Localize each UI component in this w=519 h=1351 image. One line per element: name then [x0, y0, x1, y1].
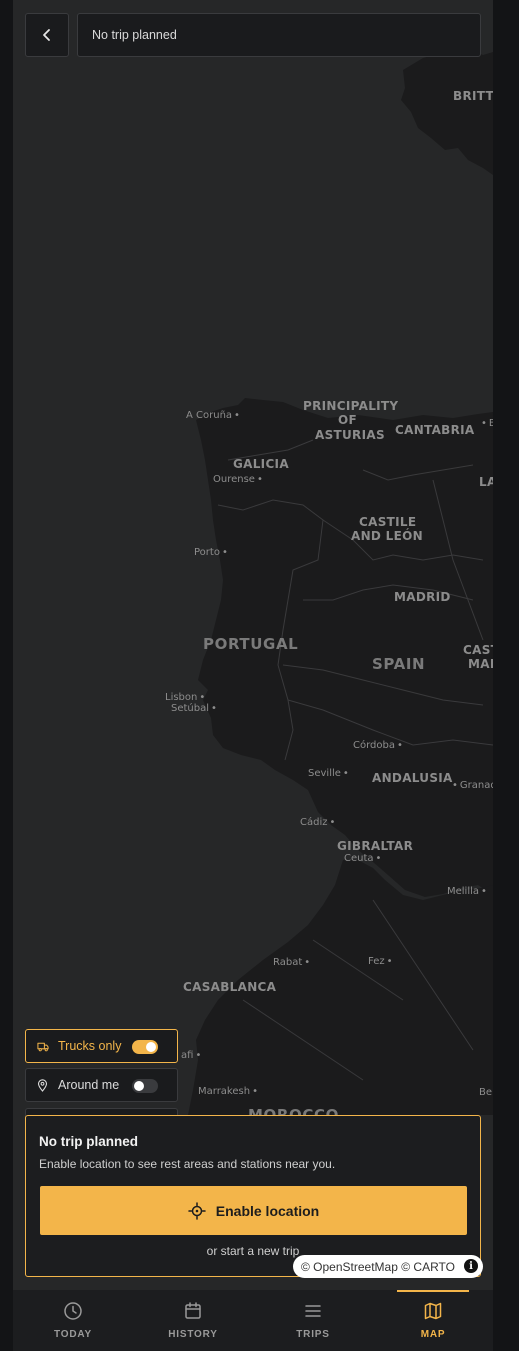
map-label-madrid: MADRID — [394, 590, 451, 604]
map-label-melilla: Melilla — [447, 886, 487, 897]
map-icon — [423, 1301, 443, 1321]
map-label-portugal: PORTUGAL — [203, 635, 299, 653]
map-label-andalusia: ANDALUSIA — [372, 771, 453, 785]
chevron-left-icon — [40, 28, 54, 42]
around-me-toggle[interactable] — [132, 1079, 158, 1093]
crosshair-icon — [188, 1201, 206, 1220]
back-button[interactable] — [25, 13, 69, 57]
no-trip-card: No trip planned Enable location to see r… — [25, 1115, 481, 1277]
list-icon — [303, 1301, 323, 1321]
map-label-cadiz: Cádiz — [300, 817, 335, 828]
left-gutter — [0, 0, 13, 1351]
attribution-text: © OpenStreetMap © CARTO — [301, 1259, 455, 1274]
map-label-lisbon: Lisbon — [165, 692, 205, 703]
map-label-of: OF — [338, 413, 357, 427]
map-label-cantabria: CANTABRIA — [395, 423, 475, 437]
map-label-marrakesh: Marrakesh — [198, 1086, 258, 1097]
map-label-spain: SPAIN — [372, 655, 426, 673]
map-label-bi: Bi — [481, 418, 493, 429]
britain-land — [401, 48, 493, 175]
truck-icon — [37, 1040, 49, 1052]
clock-icon — [63, 1301, 83, 1321]
map-label-la: LA — [479, 475, 493, 489]
map-label-casablanca: CASABLANCA — [183, 980, 277, 994]
map-label-fez: Fez — [368, 956, 393, 967]
enable-location-button[interactable]: Enable location — [40, 1186, 467, 1235]
trip-field-text: No trip planned — [92, 28, 177, 42]
map-label-gibraltar: GIBRALTAR — [337, 839, 414, 853]
map-label-cast: CAST — [463, 643, 493, 657]
card-description: Enable location to see rest areas and st… — [39, 1157, 336, 1171]
right-gutter — [493, 0, 519, 1351]
bottom-nav: TODAY HISTORY TRIPS MAP — [13, 1290, 493, 1351]
filter-trucks-only[interactable]: Trucks only — [25, 1029, 178, 1063]
card-title: No trip planned — [39, 1134, 138, 1149]
map-label-cordoba: Córdoba — [353, 740, 403, 751]
map-label-ourense: Ourense — [213, 474, 263, 485]
nav-map[interactable]: MAP — [373, 1290, 493, 1351]
nav-today[interactable]: TODAY — [13, 1290, 133, 1351]
nav-history[interactable]: HISTORY — [133, 1290, 253, 1351]
map-label-afi: afi — [181, 1050, 201, 1061]
info-icon[interactable]: i — [464, 1259, 478, 1273]
map-label-seville: Seville — [308, 768, 349, 779]
enable-location-label: Enable location — [215, 1202, 320, 1219]
map-label-britta: BRITTA — [453, 89, 493, 103]
map-pin-icon — [37, 1078, 49, 1092]
map-label-and-leon: AND LEÓN — [351, 529, 423, 543]
map-label-porto: Porto — [194, 547, 228, 558]
map-label-galicia: GALICIA — [233, 457, 289, 471]
map-attribution[interactable]: © OpenStreetMap © CARTO i — [293, 1255, 483, 1278]
map-label-asturias: ASTURIAS — [315, 428, 385, 442]
trip-search-field[interactable]: No trip planned — [77, 13, 481, 57]
map-label-rabat: Rabat — [273, 957, 310, 968]
app-frame: BRITTA A Coruña PRINCIPALITY OF ASTURIAS… — [13, 0, 493, 1351]
nav-map-label: MAP — [420, 1329, 446, 1340]
filter-around-me-label: Around me — [58, 1078, 120, 1092]
nav-today-label: TODAY — [54, 1329, 92, 1340]
map-label-be: Be — [479, 1087, 493, 1098]
map-label-setubal: Setúbal — [171, 703, 217, 714]
map-label-principality: PRINCIPALITY — [303, 399, 399, 413]
nav-history-label: HISTORY — [168, 1329, 218, 1340]
map-label-man: MAN — [468, 657, 493, 671]
map-label-ceuta: Ceuta — [344, 853, 381, 864]
map-label-castile: CASTILE — [359, 515, 417, 529]
filter-around-me[interactable]: Around me — [25, 1068, 178, 1102]
filter-trucks-label: Trucks only — [58, 1039, 122, 1053]
nav-trips[interactable]: TRIPS — [253, 1290, 373, 1351]
map-label-a-coruna: A Coruña — [186, 410, 240, 421]
calendar-icon — [183, 1301, 203, 1321]
trucks-only-toggle[interactable] — [132, 1040, 158, 1054]
nav-trips-label: TRIPS — [296, 1329, 330, 1340]
map-label-granada: Granad — [452, 780, 493, 791]
